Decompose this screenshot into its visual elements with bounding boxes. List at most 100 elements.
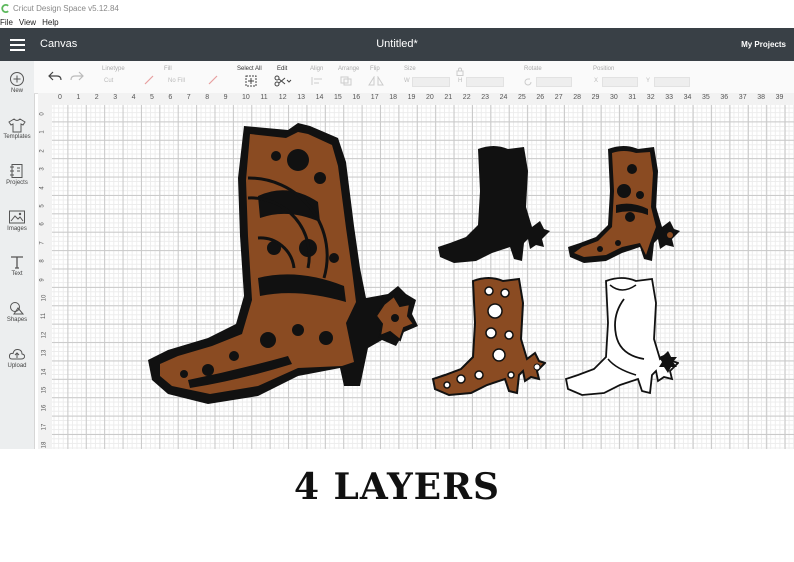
ruler-top-tick: 8 [205, 94, 210, 101]
select-all-label[interactable]: Select All [237, 66, 262, 72]
menu-bar: File View Help [0, 16, 794, 28]
ruler-left-tick: 4 [39, 185, 46, 190]
sidebar-item-images[interactable]: Images [0, 209, 34, 232]
sidebar-item-new[interactable]: New [0, 71, 34, 94]
ruler-left-tick: 16 [41, 405, 48, 412]
ruler-left-tick: 5 [39, 204, 46, 208]
ruler-top-tick: 11 [260, 94, 268, 101]
left-sidebar: New Templates Projects Images Text Shape… [0, 61, 35, 449]
shapes-icon [10, 302, 25, 315]
tshirt-icon [8, 118, 26, 133]
document-title[interactable]: Untitled* [0, 38, 794, 50]
ruler-top-tick: 20 [426, 94, 434, 101]
undo-icon[interactable] [48, 70, 62, 82]
ruler-top-tick: 25 [518, 94, 526, 101]
ruler-left-tick: 7 [39, 241, 46, 245]
linetype-select[interactable]: Cut [104, 78, 113, 84]
sidebar-item-upload[interactable]: Upload [0, 346, 34, 369]
ruler-left-tick: 13 [41, 349, 48, 357]
menu-view[interactable]: View [19, 18, 36, 27]
flip-icon[interactable] [368, 76, 384, 86]
sidebar-item-label: Upload [7, 363, 27, 369]
edit-scissors-icon[interactable] [274, 75, 292, 87]
menu-help[interactable]: Help [42, 18, 58, 27]
ruler-top-tick: 32 [646, 94, 655, 101]
ruler-top-tick: 1 [76, 94, 81, 101]
ruler-left-tick: 12 [41, 331, 48, 339]
fill-label: Fill [164, 66, 172, 72]
ruler-top-tick: 35 [702, 94, 710, 101]
fill-select[interactable]: No Fill [168, 78, 185, 84]
ruler-left-tick: 8 [39, 259, 46, 263]
ruler-top-tick: 4 [131, 94, 136, 101]
arrange-label: Arrange [338, 66, 360, 72]
boot-outline-layer[interactable] [564, 275, 679, 397]
fill-color-icon[interactable] [208, 75, 218, 85]
ruler-top-tick: 23 [481, 94, 489, 101]
ruler-left-tick: 2 [39, 149, 46, 153]
size-w-input[interactable] [412, 77, 450, 87]
boot-large-mandala[interactable] [148, 118, 423, 408]
ruler-left-tick: 9 [39, 277, 46, 282]
sidebar-item-text[interactable]: Text [0, 254, 34, 277]
ruler-left-tick: 15 [41, 386, 48, 394]
edit-toolbar: Linetype Cut Fill No Fill Select All Edi… [34, 61, 794, 94]
ruler-top-tick: 9 [223, 94, 228, 101]
arrange-icon[interactable] [340, 76, 356, 86]
sidebar-item-label: Shapes [6, 317, 28, 323]
ruler-top-tick: 30 [610, 94, 618, 101]
size-label: Size [404, 66, 416, 72]
ruler-left-tick: 0 [39, 112, 46, 116]
boot-brown-top-layer[interactable] [566, 143, 681, 265]
ruler-top-tick: 21 [444, 94, 453, 101]
pos-y-input[interactable] [654, 77, 690, 87]
ruler-top-tick: 33 [665, 94, 673, 101]
ruler-top-tick: 27 [554, 94, 563, 101]
align-label: Align [310, 66, 324, 72]
ruler-left-tick: 1 [39, 130, 46, 135]
align-icon[interactable] [310, 76, 326, 86]
ruler-left: 0 1 2 3 4 5 6 7 8 9 10 11 12 13 14 15 16 17 18 [38, 105, 53, 449]
boot-solid-black-layer[interactable] [436, 143, 551, 265]
ruler-top-tick: 12 [278, 94, 287, 101]
app-header: Canvas Untitled* My Projects [0, 28, 794, 61]
sidebar-item-projects[interactable]: Projects [0, 163, 34, 186]
ruler-top-tick: 18 [389, 94, 397, 101]
ruler-top-tick: 28 [573, 94, 581, 101]
ruler-top-tick: 16 [352, 94, 361, 101]
sidebar-item-label: Text [11, 271, 23, 277]
sidebar-item-label: Templates [3, 134, 31, 140]
boot-brown-bottom-layer[interactable] [431, 275, 546, 397]
ruler-top-tick: 19 [407, 94, 416, 101]
ruler-top-tick: 22 [462, 94, 471, 101]
ruler-top-tick: 36 [720, 94, 729, 101]
ruler-top-tick: 2 [94, 94, 99, 101]
ruler-corner [38, 93, 52, 105]
text-icon [11, 256, 23, 269]
window-titlebar: Cricut Design Space v5.12.84 [0, 0, 794, 16]
select-all-icon[interactable] [245, 75, 257, 87]
redo-icon[interactable] [70, 70, 84, 82]
size-w-label: W [404, 78, 410, 84]
ruler-top-tick: 0 [58, 94, 62, 101]
edit-label[interactable]: Edit [277, 66, 287, 72]
sidebar-item-shapes[interactable]: Shapes [0, 300, 34, 323]
ruler-top-tick: 31 [628, 94, 637, 101]
size-h-input[interactable] [466, 77, 504, 87]
ruler-left-tick: 6 [39, 222, 46, 227]
rotate-input[interactable] [536, 77, 572, 87]
sidebar-item-label: Projects [6, 180, 28, 186]
ruler-top-tick: 3 [113, 94, 118, 101]
my-projects-button[interactable]: My Projects [741, 40, 786, 49]
lock-icon[interactable] [456, 67, 464, 76]
linetype-color-icon[interactable] [144, 75, 154, 85]
rotate-label: Rotate [524, 66, 542, 72]
cricut-logo-icon [1, 3, 9, 13]
ruler-left-tick: 14 [41, 368, 48, 375]
menu-file[interactable]: File [0, 18, 13, 27]
ruler-top-tick: 34 [683, 94, 692, 101]
ruler-top-tick: 17 [370, 94, 379, 101]
sidebar-item-templates[interactable]: Templates [0, 117, 34, 140]
pos-x-input[interactable] [602, 77, 638, 87]
ruler-top-tick: 15 [334, 94, 342, 101]
